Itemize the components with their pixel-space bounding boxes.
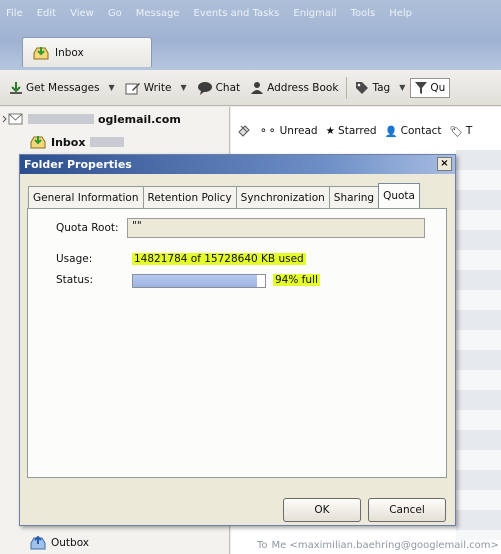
get-messages-label: Get Messages (26, 81, 100, 94)
filter-unread-button[interactable]: ⚬⚬ Unread (259, 125, 318, 137)
get-messages-button[interactable]: Get Messages ▼ (4, 75, 120, 101)
status-label: Status: (56, 274, 93, 286)
menu-bar: File Edit View Go Message Events and Tas… (6, 8, 412, 26)
main-toolbar: Get Messages ▼ Write ▼ Chat Address Book… (0, 70, 501, 106)
sidebar-item-inbox[interactable]: Inbox (30, 133, 125, 151)
sticky-pin-icon[interactable] (237, 124, 251, 138)
toolbar-separator (346, 76, 348, 99)
chat-label: Chat (215, 81, 241, 94)
menu-enigmail[interactable]: Enigmail (293, 8, 336, 26)
address-book-button[interactable]: Address Book (245, 75, 343, 101)
quota-progress-fill (133, 275, 258, 287)
write-label: Write (143, 81, 172, 94)
address-book-label: Address Book (267, 81, 339, 94)
close-button[interactable]: × (437, 157, 452, 171)
menu-view[interactable]: View (70, 8, 94, 26)
sidebar-item-label: Outbox (51, 537, 90, 549)
account-icon (2, 113, 24, 125)
chat-button[interactable]: Chat (192, 75, 246, 101)
status-value: 94% full (273, 274, 320, 286)
chevron-down-icon[interactable]: ▼ (399, 83, 405, 92)
recipient-address: Me <maximilian.baehring@googlemail.com> (271, 539, 499, 551)
menu-go[interactable]: Go (108, 8, 122, 26)
menu-help[interactable]: Help (389, 8, 412, 26)
menu-message[interactable]: Message (136, 8, 180, 26)
filter-starred-label: Starred (338, 125, 377, 137)
star-icon: ★ (325, 125, 336, 137)
dialog-title-bar[interactable]: Folder Properties × (20, 155, 455, 174)
filter-tags-label: T (465, 125, 473, 137)
usage-label: Usage: (56, 253, 93, 265)
filter-contact-button[interactable]: 👤 Contact (385, 125, 442, 138)
chevron-down-icon[interactable]: ▼ (180, 83, 186, 92)
quick-filter-button[interactable]: Qu (410, 77, 451, 98)
filter-tags-button[interactable]: 🏷 T (450, 125, 473, 138)
account-name-redacted (28, 114, 94, 124)
quota-root-field: "" (127, 218, 425, 238)
unread-count-redacted (90, 137, 125, 147)
tab-quota[interactable]: Quota (378, 183, 420, 208)
dialog-tabs: General Information Retention Policy Syn… (28, 183, 420, 208)
tag-icon: 🏷 (449, 125, 463, 138)
quick-filter-label: Qu (430, 81, 446, 94)
folder-properties-dialog: Folder Properties × General Information … (19, 154, 456, 526)
tag-icon (355, 81, 369, 95)
chevron-down-icon[interactable]: ▼ (109, 83, 115, 92)
quota-root-label: Quota Root: (56, 222, 119, 234)
inbox-icon (30, 135, 46, 149)
inbox-icon (33, 46, 49, 60)
menu-edit[interactable]: Edit (37, 8, 56, 26)
usage-value: 14821784 of 15728640 KB used (132, 253, 306, 265)
quota-panel: Quota Root: "" Usage: 14821784 of 157286… (27, 208, 447, 478)
filter-starred-button[interactable]: ★ Starred (326, 125, 377, 137)
menu-tools[interactable]: Tools (351, 8, 376, 26)
tab-inbox-label: Inbox (55, 46, 84, 59)
tab-sharing[interactable]: Sharing (328, 186, 380, 208)
sidebar-item-outbox[interactable]: Outbox (30, 534, 89, 552)
tag-button[interactable]: Tag ▼ (350, 75, 410, 101)
message-status-line: To Me <maximilian.baehring@googlemail.co… (231, 536, 501, 554)
tab-general-information[interactable]: General Information (28, 186, 144, 208)
outbox-icon (30, 536, 46, 550)
tab-inbox[interactable]: Inbox (22, 37, 152, 67)
quick-filter-bar: ⚬⚬ Unread ★ Starred 👤 Contact 🏷 T (231, 118, 501, 144)
person-icon (250, 81, 264, 95)
pencil-icon (125, 81, 141, 95)
to-prefix: To (257, 539, 268, 551)
cancel-button[interactable]: Cancel (368, 498, 446, 522)
message-list-blurred (456, 150, 501, 540)
tag-label: Tag (372, 81, 391, 94)
ok-button[interactable]: OK (283, 498, 361, 522)
filter-icon (415, 81, 428, 94)
tab-retention-policy[interactable]: Retention Policy (142, 186, 237, 208)
download-icon (9, 81, 23, 95)
contact-icon: 👤 (384, 125, 398, 138)
account-name: oglemail.com (98, 112, 181, 126)
dialog-title: Folder Properties (24, 158, 132, 171)
filter-unread-label: Unread (279, 125, 318, 137)
write-button[interactable]: Write ▼ (120, 75, 192, 101)
menu-events-tasks[interactable]: Events and Tasks (194, 8, 280, 26)
sidebar-item-label: Inbox (51, 135, 86, 149)
quota-progress-bar (132, 274, 266, 288)
tab-synchronization[interactable]: Synchronization (235, 186, 330, 208)
filter-contact-label: Contact (400, 125, 442, 137)
account-row[interactable]: oglemail.com (2, 110, 181, 128)
chat-bubble-icon (197, 81, 213, 95)
unread-icon: ⚬⚬ (259, 125, 277, 137)
menu-file[interactable]: File (6, 8, 23, 26)
